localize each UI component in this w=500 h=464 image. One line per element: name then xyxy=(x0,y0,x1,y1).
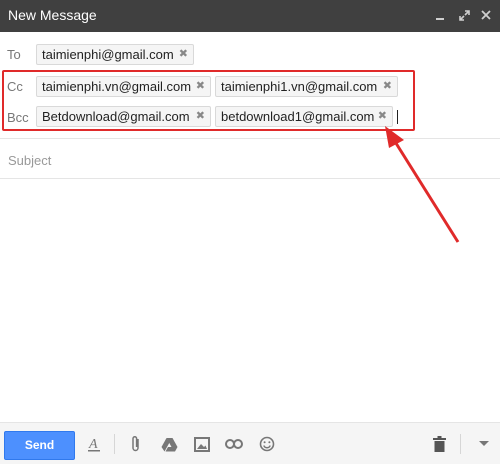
window-title: New Message xyxy=(8,7,97,23)
remove-chip-icon[interactable]: ✖ xyxy=(179,45,188,64)
compose-toolbar: Send A xyxy=(0,422,500,464)
chip-email: taimienphi@gmail.com xyxy=(42,47,174,62)
bcc-row: Bcc Betdownload@gmail.com ✖ betdownload1… xyxy=(0,103,500,133)
toolbar-separator xyxy=(460,434,461,454)
bcc-input-caret[interactable] xyxy=(397,110,398,124)
link-icon[interactable] xyxy=(225,435,243,453)
subject-row xyxy=(0,140,500,178)
recipients-divider xyxy=(0,138,500,139)
subject-input[interactable] xyxy=(6,148,490,172)
remove-chip-icon[interactable]: ✖ xyxy=(383,77,392,96)
remove-chip-icon[interactable]: ✖ xyxy=(196,107,205,126)
insert-photo-icon[interactable] xyxy=(193,435,211,453)
trash-icon[interactable] xyxy=(430,435,448,453)
to-label: To xyxy=(7,47,21,62)
chip-email: taimienphi.vn@gmail.com xyxy=(42,79,192,94)
pop-out-icon[interactable] xyxy=(455,6,473,24)
message-body[interactable] xyxy=(0,180,500,420)
drive-icon[interactable] xyxy=(160,435,178,453)
send-button[interactable]: Send xyxy=(4,431,75,460)
chip-email: Betdownload@gmail.com xyxy=(42,109,190,124)
cc-row: Cc taimienphi.vn@gmail.com ✖ taimienphi1… xyxy=(0,71,500,103)
remove-chip-icon[interactable]: ✖ xyxy=(196,77,205,96)
recipient-chip[interactable]: Betdownload@gmail.com ✖ xyxy=(36,106,211,127)
compose-title-bar[interactable]: New Message xyxy=(0,0,500,32)
toolbar-separator xyxy=(114,434,115,454)
close-icon[interactable] xyxy=(477,6,495,24)
emoji-icon[interactable] xyxy=(258,435,276,453)
subject-divider xyxy=(0,178,500,179)
chip-email: taimienphi1.vn@gmail.com xyxy=(221,79,378,94)
remove-chip-icon[interactable]: ✖ xyxy=(378,107,387,126)
recipient-chip[interactable]: taimienphi1.vn@gmail.com ✖ xyxy=(215,76,398,97)
attach-icon[interactable] xyxy=(127,435,145,453)
format-text-icon[interactable]: A xyxy=(85,435,103,453)
recipient-chip[interactable]: taimienphi.vn@gmail.com ✖ xyxy=(36,76,211,97)
svg-text:A: A xyxy=(88,437,98,452)
bcc-label: Bcc xyxy=(7,110,29,125)
to-row: To taimienphi@gmail.com ✖ xyxy=(0,37,500,71)
more-options-icon[interactable] xyxy=(475,435,493,453)
recipient-chip[interactable]: betdownload1@gmail.com ✖ xyxy=(215,106,393,127)
cc-label: Cc xyxy=(7,79,23,94)
recipient-chip[interactable]: taimienphi@gmail.com ✖ xyxy=(36,44,194,65)
chip-email: betdownload1@gmail.com xyxy=(221,109,375,124)
minimize-icon[interactable] xyxy=(431,6,449,24)
